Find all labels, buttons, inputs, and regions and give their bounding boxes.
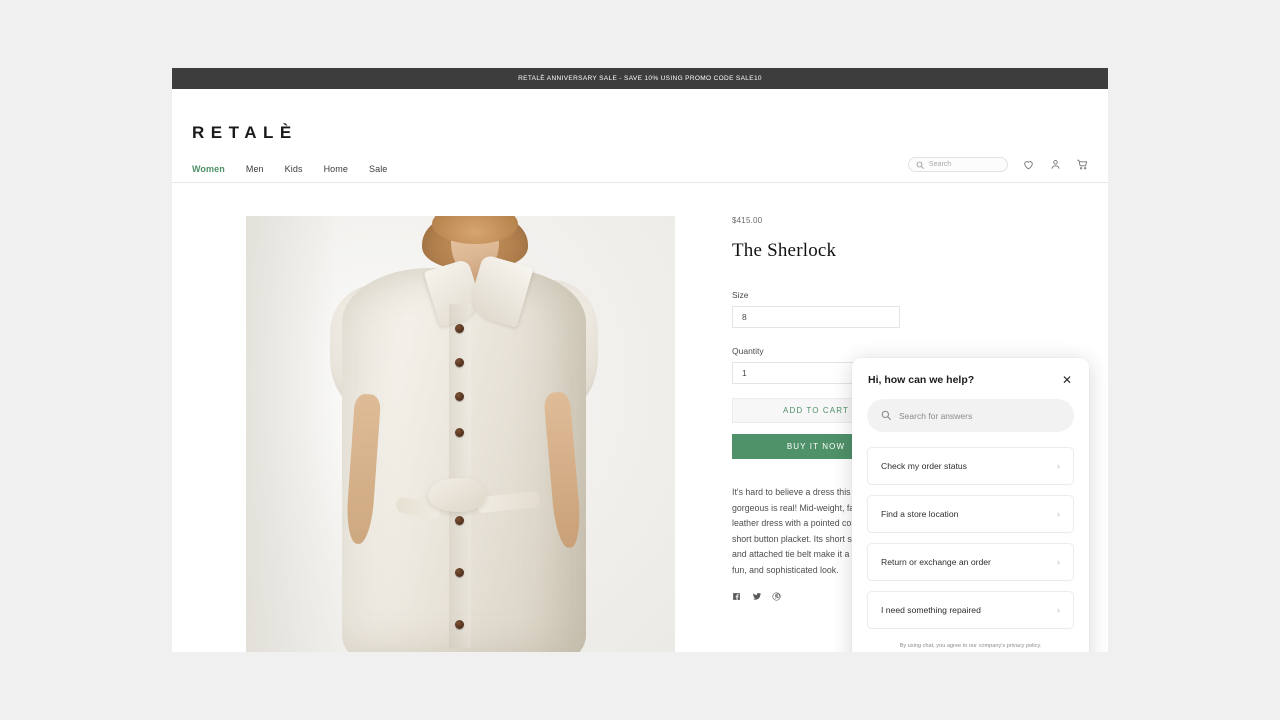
chevron-right-icon: › <box>1057 605 1060 615</box>
search-placeholder: Search <box>929 161 952 168</box>
dress-button <box>455 620 464 629</box>
search-icon <box>881 407 891 425</box>
chat-legal-text: By using chat, you agree to our company'… <box>899 643 1042 649</box>
chat-menu: Check my order status › Find a store loc… <box>867 447 1074 629</box>
product-title: The Sherlock <box>732 240 837 261</box>
dress-button <box>455 516 464 525</box>
facebook-icon[interactable] <box>732 592 741 601</box>
dress-placket <box>449 304 471 648</box>
chevron-right-icon: › <box>1057 557 1060 567</box>
chat-search-input[interactable]: Search for answers <box>867 399 1074 432</box>
browser-viewport: RETALÈ ANNIVERSARY SALE - SAVE 10% USING… <box>172 68 1108 652</box>
header-tools: Search <box>908 157 1089 172</box>
site-header: RETALÈ Women Men Kids Home Sale Search <box>172 89 1108 183</box>
nav-item-men[interactable]: Men <box>246 164 264 174</box>
size-selector-group: Size 8 <box>732 290 1072 328</box>
chat-greeting: Hi, how can we help? <box>868 374 975 386</box>
chat-widget-header: Hi, how can we help? ✕ <box>852 358 1089 386</box>
chat-menu-item-store-location[interactable]: Find a store location › <box>867 495 1074 533</box>
nav-item-kids[interactable]: Kids <box>285 164 303 174</box>
dress-button <box>455 428 464 437</box>
brand-logo[interactable]: RETALÈ <box>192 123 298 143</box>
nav-item-sale[interactable]: Sale <box>369 164 387 174</box>
twitter-icon[interactable] <box>752 592 762 601</box>
chat-menu-item-label: Check my order status <box>881 461 967 471</box>
photo-shadow <box>246 216 338 652</box>
product-price: $415.00 <box>732 216 763 225</box>
search-icon <box>916 156 924 174</box>
product-image[interactable] <box>246 216 675 652</box>
account-icon[interactable] <box>1049 158 1062 171</box>
nav-item-home[interactable]: Home <box>324 164 348 174</box>
size-select[interactable]: 8 <box>732 306 900 328</box>
heart-icon[interactable] <box>1022 158 1035 171</box>
chat-search-placeholder: Search for answers <box>899 410 973 421</box>
chat-menu-item-return-exchange[interactable]: Return or exchange an order › <box>867 543 1074 581</box>
chat-menu-item-label: Return or exchange an order <box>881 557 991 567</box>
dress-button <box>455 324 464 333</box>
chat-menu-item-repair[interactable]: I need something repaired › <box>867 591 1074 629</box>
chevron-right-icon: › <box>1057 461 1060 471</box>
close-icon[interactable]: ✕ <box>1061 374 1073 386</box>
main-navigation: Women Men Kids Home Sale <box>192 164 387 174</box>
size-label: Size <box>732 290 749 300</box>
quantity-label: Quantity <box>732 346 764 356</box>
chat-widget: Hi, how can we help? ✕ Search for answer… <box>852 358 1089 652</box>
dress-button <box>455 392 464 401</box>
cart-icon[interactable] <box>1076 158 1089 171</box>
dress-tie-knot <box>428 478 486 512</box>
dress-button <box>455 358 464 367</box>
promo-banner-text: RETALÈ ANNIVERSARY SALE - SAVE 10% USING… <box>518 75 762 82</box>
product-area: $415.00 The Sherlock Size 8 Quantity 1 A… <box>172 183 1108 652</box>
nav-item-women[interactable]: Women <box>192 164 225 174</box>
chat-menu-item-label: Find a store location <box>881 509 959 519</box>
promo-banner: RETALÈ ANNIVERSARY SALE - SAVE 10% USING… <box>172 68 1108 89</box>
dress-button <box>455 568 464 577</box>
chat-menu-item-label: I need something repaired <box>881 605 981 615</box>
chevron-right-icon: › <box>1057 509 1060 519</box>
pinterest-icon[interactable] <box>772 592 781 601</box>
chat-menu-item-order-status[interactable]: Check my order status › <box>867 447 1074 485</box>
search-input[interactable]: Search <box>908 157 1008 172</box>
